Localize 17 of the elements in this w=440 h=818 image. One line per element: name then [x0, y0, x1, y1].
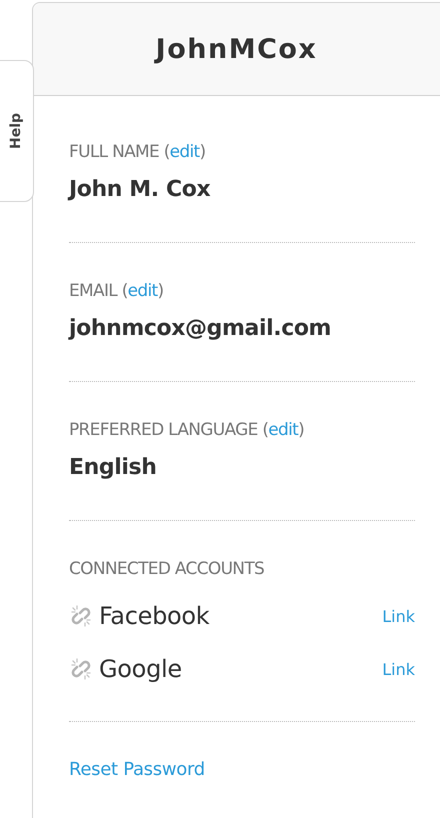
section-label: CONNECTED ACCOUNTS — [69, 558, 266, 580]
edit-link[interactable]: edit — [268, 420, 298, 440]
edit-link[interactable]: edit — [128, 281, 158, 301]
field-label: EMAIL (edit) — [69, 280, 164, 302]
edit-link[interactable]: edit — [170, 142, 200, 162]
help-tab[interactable]: Help — [0, 60, 34, 202]
username-title: JohnMCox — [156, 34, 318, 64]
field-label: FULL NAME (edit) — [69, 141, 206, 163]
account-name: Facebook — [99, 602, 210, 630]
field-label: PREFERRED LANGUAGE (edit) — [69, 419, 306, 441]
field-value: John M. Cox — [69, 176, 212, 204]
reset-password-link[interactable]: Reset Password — [69, 759, 205, 780]
account-link[interactable]: Link — [382, 660, 415, 678]
field-value: English — [69, 454, 158, 482]
account-name: Google — [99, 655, 182, 683]
account-link[interactable]: Link — [382, 606, 415, 626]
field-value: johnmcox@gmail.com — [69, 315, 332, 343]
